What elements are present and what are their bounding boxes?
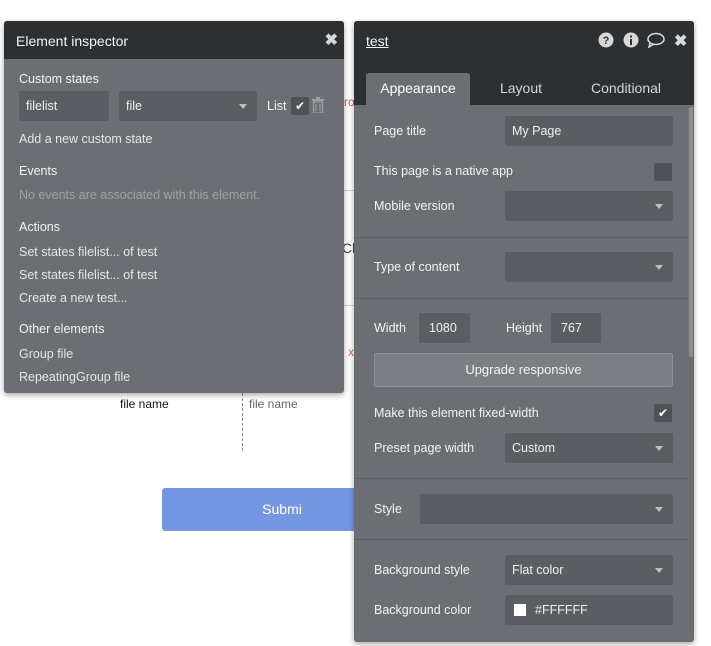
list-label: List	[267, 99, 287, 113]
canvas-divider	[344, 305, 354, 306]
events-heading: Events	[19, 164, 58, 178]
close-icon[interactable]: ✖	[674, 31, 687, 51]
state-type-select[interactable]: file	[119, 91, 257, 121]
style-select[interactable]	[420, 494, 673, 524]
width-input[interactable]: 1080	[419, 313, 470, 343]
page-title-input[interactable]: My Page	[505, 116, 673, 146]
section-divider	[354, 237, 688, 238]
custom-states-heading: Custom states	[19, 72, 99, 86]
type-of-content-label: Type of content	[374, 260, 460, 274]
background-style-label: Background style	[374, 563, 470, 577]
height-label: Height	[506, 321, 543, 335]
background-color-label: Background color	[374, 603, 472, 617]
tab-layout[interactable]: Layout	[480, 73, 562, 105]
width-label: Width	[374, 321, 406, 335]
chevron-down-icon	[655, 507, 663, 512]
upgrade-responsive-button[interactable]: Upgrade responsive	[374, 353, 673, 387]
info-icon[interactable]	[623, 32, 639, 52]
canvas-divider	[344, 190, 354, 191]
tab-conditional[interactable]: Conditional	[576, 73, 676, 105]
upgrade-responsive-label: Upgrade responsive	[465, 362, 582, 377]
scrollbar[interactable]	[689, 107, 693, 357]
width-value: 1080	[429, 321, 457, 335]
close-icon[interactable]: ✖	[325, 30, 338, 50]
fixed-width-checkbox[interactable]: ✔	[654, 404, 672, 422]
page-title-label: Page title	[374, 124, 427, 138]
action-item[interactable]: Create a new test...	[19, 291, 127, 305]
actions-heading: Actions	[19, 220, 60, 234]
svg-text:?: ?	[603, 35, 610, 47]
background-style-value: Flat color	[512, 563, 564, 577]
state-name-field[interactable]: filelist	[19, 91, 109, 121]
chevron-down-icon	[655, 446, 663, 451]
chevron-down-icon	[239, 104, 247, 109]
element-inspector-panel: Element inspector ✖ Custom states fileli…	[4, 21, 344, 393]
trash-icon[interactable]	[312, 97, 324, 116]
background-style-select[interactable]: Flat color	[505, 555, 673, 585]
section-divider	[354, 478, 688, 479]
preset-page-width-select[interactable]: Custom	[505, 433, 673, 463]
file-name-text: file name	[249, 397, 298, 411]
type-of-content-select[interactable]	[505, 252, 673, 282]
fixed-width-label: Make this element fixed-width	[374, 406, 539, 420]
chevron-down-icon	[655, 265, 663, 270]
chevron-down-icon	[655, 568, 663, 573]
height-input[interactable]: 767	[551, 313, 601, 343]
inspector-title: Element inspector	[16, 33, 129, 49]
other-element-item[interactable]: Group file	[19, 347, 73, 361]
list-checkbox[interactable]: ✔	[291, 97, 309, 115]
file-name-text: file name	[120, 397, 169, 411]
preset-page-width-value: Custom	[512, 441, 556, 455]
action-item[interactable]: Set states filelist... of test	[19, 268, 157, 282]
help-icon[interactable]: ?	[598, 32, 614, 52]
section-divider	[354, 539, 688, 540]
state-type-value: file	[126, 99, 142, 113]
editor-tabs: Appearance Layout Conditional	[354, 59, 694, 105]
tab-appearance[interactable]: Appearance	[366, 73, 470, 105]
background-color-input[interactable]: #FFFFFF	[505, 595, 673, 625]
preset-page-width-label: Preset page width	[374, 441, 475, 455]
page-title-value: My Page	[512, 124, 562, 138]
editor-header[interactable]: test ? ✖	[354, 21, 694, 59]
inspector-header[interactable]: Element inspector ✖	[4, 21, 344, 59]
background-color-value: #FFFFFF	[535, 603, 588, 617]
mobile-version-select[interactable]	[505, 191, 673, 221]
native-app-label: This page is a native app	[374, 164, 513, 178]
other-elements-heading: Other elements	[19, 322, 105, 336]
submit-label: Submi	[262, 501, 302, 517]
events-empty-text: No events are associated with this eleme…	[19, 188, 261, 202]
color-swatch[interactable]	[514, 604, 526, 616]
section-divider	[354, 298, 688, 299]
other-element-item[interactable]: RepeatingGroup file	[19, 370, 130, 384]
state-name-value: filelist	[26, 99, 58, 113]
canvas-dashed-line	[242, 393, 243, 451]
element-name-link[interactable]: test	[366, 33, 389, 49]
style-label: Style	[374, 502, 402, 516]
mobile-version-label: Mobile version	[374, 199, 455, 213]
native-app-checkbox[interactable]	[654, 163, 672, 181]
action-item[interactable]: Set states filelist... of test	[19, 245, 157, 259]
property-editor-panel: test ? ✖ Appearance Layout Conditional P…	[354, 21, 694, 642]
chevron-down-icon	[655, 204, 663, 209]
add-custom-state-link[interactable]: Add a new custom state	[19, 132, 152, 146]
height-value: 767	[561, 321, 582, 335]
comment-icon[interactable]	[647, 32, 665, 52]
